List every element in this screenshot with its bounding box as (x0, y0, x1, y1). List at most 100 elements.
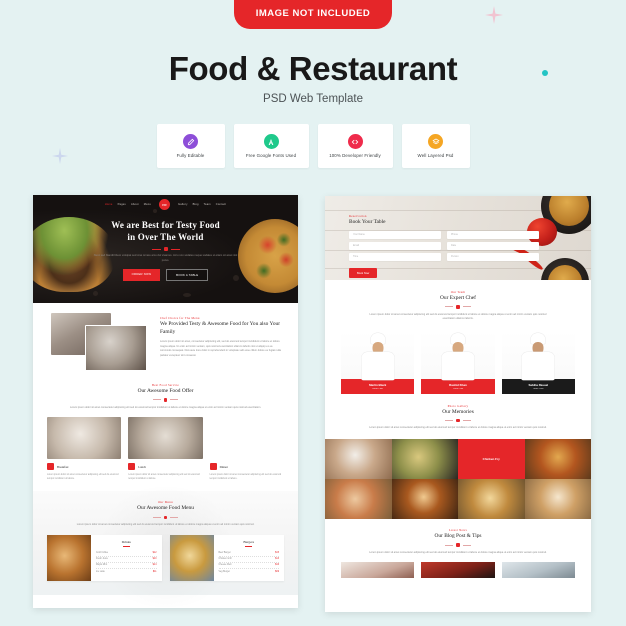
feature-card-developer-friendly[interactable]: 100% Developer Friendly (317, 124, 393, 168)
menu-item-price: $12 (152, 552, 157, 554)
chef-photo (516, 332, 560, 380)
offer-card-title: Dinner (219, 464, 228, 469)
booking-field-person[interactable]: Person (447, 253, 539, 261)
offer-card-image (47, 417, 122, 460)
site-logo[interactable]: FR (159, 199, 171, 210)
menu-item-name: Beef Burger (218, 552, 231, 554)
booking-field-name[interactable]: Your Name (349, 231, 441, 239)
blog-card[interactable] (421, 562, 495, 579)
menu-divider (47, 515, 284, 520)
booking-eyebrow: Reservation (349, 214, 367, 218)
nav-item-team[interactable]: Team (204, 203, 211, 206)
menu-item-name: Chicken Grill (218, 558, 232, 561)
offer-card-title: Breakfast (57, 464, 69, 469)
gallery-tile[interactable] (325, 479, 392, 520)
about-image-secondary (85, 325, 147, 371)
booking-field-email[interactable]: Email (349, 242, 441, 250)
booking-submit-button[interactable]: Book Now (349, 268, 378, 278)
blog-heading: Our Blog Post & Tips (434, 533, 482, 540)
site-navigation[interactable]: Home Pages About Menu FR Gallery Blog Te… (33, 199, 298, 210)
page-title: Food & Restaurant (168, 50, 458, 87)
gallery-tile[interactable] (524, 479, 591, 520)
page-subtitle: PSD Web Template (263, 93, 363, 105)
booking-field-time[interactable]: Time (349, 253, 441, 261)
menu-paragraph: Lorem ipsum dolor sit amet consectetur a… (76, 523, 255, 527)
about-heading: We Provided Testy & Awesome Food for You… (160, 321, 281, 336)
gallery-tile[interactable] (391, 479, 458, 520)
chef-role: Cook Chef (452, 388, 464, 391)
chef-divider (341, 305, 575, 309)
feature-card-free-google-fonts[interactable]: Free Google Fonts Used (233, 124, 309, 168)
offer-card[interactable]: Lunch Lorem ipsum dolor sit amet consect… (128, 417, 203, 481)
memories-section-header: Photo Gallery Our Memories Lorem ipsum d… (325, 394, 591, 439)
offer-card-image (210, 417, 284, 459)
order-now-button[interactable]: ORDER NOW (122, 269, 161, 282)
menu-item-price: $16 (275, 564, 279, 567)
nav-item-pages[interactable]: Pages (118, 203, 126, 206)
nav-item-home[interactable]: Home (105, 203, 113, 206)
blog-card[interactable] (501, 562, 575, 579)
top-badge-container: IMAGE NOT INCLUDED (0, 0, 626, 29)
nav-item-blog[interactable]: Blog (193, 203, 199, 206)
offer-card-text: Lorem ipsum dolor sit amet consectetur a… (209, 474, 282, 481)
offer-paragraph: Lorem ipsum dolor sit amet consectetur a… (69, 405, 262, 409)
about-section: Chef Choice for The Menu We Provided Tes… (33, 303, 298, 381)
offer-card-text: Lorem ipsum dolor sit amet consectetur a… (47, 474, 119, 481)
food-offer-section: Best Food Service Our Awesome Food Offer… (33, 381, 298, 491)
offer-card[interactable]: Breakfast Lorem ipsum dolor sit amet con… (47, 417, 122, 481)
website-preview-left[interactable]: Home Pages About Menu FR Gallery Blog Te… (33, 195, 298, 608)
gallery-tile[interactable] (391, 439, 458, 480)
menu-card-burgers[interactable]: Burgers Beef Burger $15 Chicken Grill $1… (169, 534, 284, 581)
website-preview-right[interactable]: Reservation Book Your Table Your Name Ph… (325, 196, 591, 612)
chef-name-plate: Martin Black Head Chef (341, 378, 415, 394)
offer-card[interactable]: Dinner Lorem ipsum dolor sit amet consec… (209, 417, 284, 481)
blog-card-list (341, 562, 575, 579)
chef-name: Martin Black (369, 382, 387, 387)
hero-paragraph: Nunc sed blandit libero volutpat sed cra… (93, 254, 238, 262)
offer-card-icon (128, 463, 136, 471)
hero-divider (33, 247, 298, 252)
menu-card-drinks[interactable]: Drinks Cold Coffee $12 Fresh Juice $10 M… (47, 534, 162, 581)
menu-item-price: $10 (152, 558, 157, 561)
chef-name-plate: Sabiha Rasuel Sous Chef (501, 378, 575, 394)
chef-coat (361, 351, 395, 380)
memories-gallery: Chicken Fry (325, 439, 591, 520)
gallery-tile-overlay[interactable]: Chicken Fry (458, 439, 525, 480)
chef-card[interactable]: Martin Black Head Chef (341, 330, 415, 394)
chef-coat (441, 351, 475, 380)
feature-card-well-layered-psd[interactable]: Well Layered Psd (401, 124, 470, 168)
nav-item-gallery[interactable]: Gallery (178, 203, 188, 206)
booking-field-date[interactable]: Date (447, 242, 539, 250)
gallery-tile[interactable] (524, 439, 591, 480)
chef-role: Head Chef (372, 388, 383, 391)
booking-section: Reservation Book Your Table Your Name Ph… (325, 196, 591, 280)
layers-stack-icon (428, 134, 443, 149)
booking-heading: Book Your Table (349, 219, 386, 225)
hero-buttons: ORDER NOW BOOK A TABLE (33, 269, 298, 282)
menu-item-price: $15 (275, 552, 279, 554)
chef-card[interactable]: Rashid Khan Cook Chef (421, 330, 495, 394)
booking-field-phone[interactable]: Phone (447, 231, 539, 239)
feature-card-fully-editable[interactable]: Fully Editable (156, 124, 225, 168)
offer-card-list: Breakfast Lorem ipsum dolor sit amet con… (47, 417, 284, 481)
memories-divider (341, 418, 575, 423)
book-table-button[interactable]: BOOK A TABLE (166, 269, 209, 282)
offer-card-text: Lorem ipsum dolor sit amet consectetur a… (128, 474, 200, 481)
gallery-tile[interactable] (458, 479, 525, 520)
menu-item-price: $14 (152, 564, 157, 567)
menu-card-image (47, 534, 91, 581)
blog-card[interactable] (341, 562, 415, 579)
blog-section: Latest News Our Blog Post & Tips Lorem i… (325, 519, 591, 579)
nav-item-about[interactable]: About (131, 203, 139, 206)
chef-card[interactable]: Sabiha Rasuel Sous Chef (501, 330, 575, 394)
feature-list: Fully Editable Free Google Fonts Used 10… (0, 124, 626, 168)
pan-image-bottom (541, 258, 589, 280)
chef-role: Sous Chef (533, 388, 544, 391)
chef-section: Our Team Our Expert Chef Lorem ipsum dol… (325, 280, 591, 394)
nav-item-menu[interactable]: Menu (144, 203, 151, 206)
gallery-tile[interactable] (325, 439, 392, 480)
menu-card-image (169, 534, 214, 581)
nav-item-contact[interactable]: Contact (216, 203, 226, 206)
menu-card-title: Burgers (243, 539, 255, 544)
menu-item-name: Cheese Melt (218, 564, 232, 567)
